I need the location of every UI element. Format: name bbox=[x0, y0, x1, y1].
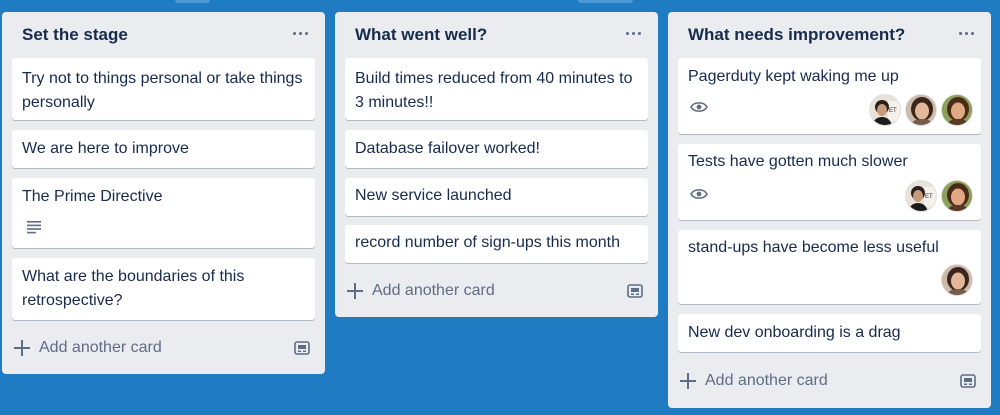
card[interactable]: Build times reduced from 40 minutes to 3… bbox=[345, 58, 648, 120]
eye-icon bbox=[690, 102, 708, 112]
card[interactable]: New dev onboarding is a drag bbox=[678, 314, 981, 352]
card-title: Try not to things personal or take thing… bbox=[22, 70, 303, 111]
card-members bbox=[941, 264, 973, 296]
card-title: Tests have gotten much slower bbox=[688, 153, 908, 170]
card[interactable]: The Prime Directive bbox=[12, 178, 315, 248]
avatar-woman-2[interactable] bbox=[941, 180, 973, 212]
add-card-label: Add another card bbox=[705, 372, 828, 389]
add-card-button[interactable]: Add another card bbox=[347, 274, 618, 308]
card-title: The Prime Directive bbox=[22, 188, 163, 205]
card[interactable]: What are the boundaries of this retrospe… bbox=[12, 258, 315, 320]
card[interactable]: New service launched bbox=[345, 178, 648, 216]
list-menu-icon[interactable] bbox=[955, 23, 977, 43]
card-members: ET bbox=[905, 180, 973, 212]
add-card-button[interactable]: Add another card bbox=[14, 331, 285, 365]
card[interactable]: Tests have gotten much slower ET bbox=[678, 144, 981, 220]
avatar-woman-2[interactable] bbox=[941, 94, 973, 126]
avatar-man-poster[interactable]: ET bbox=[905, 180, 937, 212]
list-menu-icon[interactable] bbox=[622, 23, 644, 43]
plus-icon bbox=[347, 283, 363, 299]
plus-icon bbox=[14, 340, 30, 356]
card-title: New dev onboarding is a drag bbox=[688, 324, 901, 341]
list-set-the-stage: Set the stage Try not to things personal… bbox=[2, 12, 325, 374]
card[interactable]: Pagerduty kept waking me up ET bbox=[678, 58, 981, 134]
card[interactable]: record number of sign-ups this month bbox=[345, 225, 648, 263]
list-title[interactable]: What went well? bbox=[355, 25, 487, 45]
avatar-woman-1[interactable] bbox=[941, 264, 973, 296]
scroll-stub-left bbox=[175, 0, 210, 3]
card-title: record number of sign-ups this month bbox=[355, 234, 621, 251]
card-template-icon[interactable] bbox=[959, 372, 977, 390]
card-title: stand-ups have become less useful bbox=[688, 239, 939, 256]
description-icon bbox=[27, 221, 41, 234]
card-members: ET bbox=[869, 94, 973, 126]
list-header: What needs improvement? bbox=[668, 12, 991, 54]
card-title: New service launched bbox=[355, 187, 512, 204]
list-header: Set the stage bbox=[2, 12, 325, 54]
plus-icon bbox=[680, 373, 696, 389]
card-template-icon[interactable] bbox=[293, 339, 311, 357]
svg-text:ET: ET bbox=[889, 108, 897, 114]
list-what-needs-improvement: What needs improvement? Pagerduty kept w… bbox=[668, 12, 991, 408]
scroll-stub-right bbox=[578, 0, 633, 3]
add-card-button[interactable]: Add another card bbox=[680, 364, 951, 398]
card-title: Database failover worked! bbox=[355, 140, 540, 157]
card-title: Build times reduced from 40 minutes to 3… bbox=[355, 70, 633, 111]
card[interactable]: Try not to things personal or take thing… bbox=[12, 58, 315, 120]
card-title: Pagerduty kept waking me up bbox=[688, 68, 899, 85]
list-header: What went well? bbox=[335, 12, 658, 54]
card-title: What are the boundaries of this retrospe… bbox=[22, 268, 245, 309]
card[interactable]: Database failover worked! bbox=[345, 130, 648, 168]
add-card-label: Add another card bbox=[39, 339, 162, 356]
svg-text:ET: ET bbox=[925, 194, 933, 200]
list-title[interactable]: What needs improvement? bbox=[688, 25, 905, 45]
card[interactable]: stand-ups have become less useful bbox=[678, 230, 981, 304]
avatar-man-poster[interactable]: ET bbox=[869, 94, 901, 126]
eye-icon bbox=[690, 189, 708, 199]
card[interactable]: We are here to improve bbox=[12, 130, 315, 168]
card-title: We are here to improve bbox=[22, 140, 189, 157]
avatar-woman-1[interactable] bbox=[905, 94, 937, 126]
list-menu-icon[interactable] bbox=[289, 23, 311, 43]
add-card-label: Add another card bbox=[372, 282, 495, 299]
list-what-went-well: What went well? Build times reduced from… bbox=[335, 12, 658, 317]
list-title[interactable]: Set the stage bbox=[22, 25, 128, 45]
card-template-icon[interactable] bbox=[626, 282, 644, 300]
